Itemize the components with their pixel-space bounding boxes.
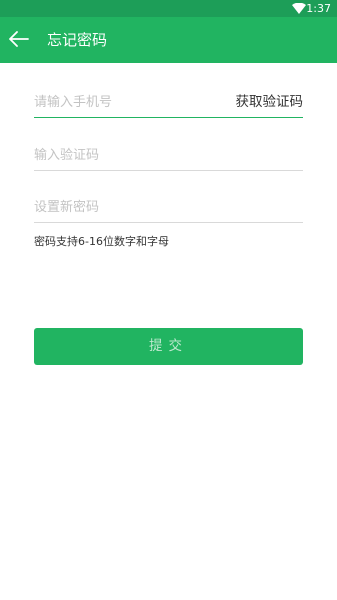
wifi-icon [292,2,306,14]
code-field[interactable]: 输入验证码 [34,141,303,171]
password-input[interactable]: 设置新密码 [34,199,99,217]
password-hint: 密码支持6-16位数字和字母 [34,235,169,248]
phone-input[interactable]: 请输入手机号 [34,94,112,112]
app-bar: 忘记密码 [0,17,337,63]
get-code-button[interactable]: 获取验证码 [236,93,304,112]
password-field[interactable]: 设置新密码 [34,193,303,223]
phone-field[interactable]: 请输入手机号 获取验证码 [34,88,303,118]
page-title: 忘记密码 [47,31,108,49]
status-time: 1:37 [306,2,331,15]
code-input[interactable]: 输入验证码 [34,147,99,165]
submit-button[interactable]: 提交 [34,328,303,365]
status-bar: 1:37 [0,0,337,17]
back-arrow-icon[interactable] [6,26,32,52]
